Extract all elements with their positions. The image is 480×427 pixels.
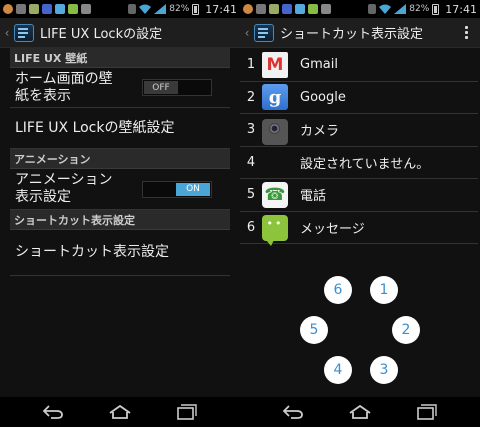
settings-screen: 82% 17:41 ‹ LIFE UX Lockの設定 LIFE UX 壁紙 ホ… (0, 0, 240, 427)
slot-number: 6 (246, 219, 256, 235)
ring-bubble-6[interactable]: 6 (324, 276, 352, 304)
signal-icon (394, 4, 407, 14)
setting-label: LIFE UX Lockの壁紙設定 (15, 119, 175, 136)
toggle-state: ON (176, 182, 210, 196)
chrome-icon (3, 4, 13, 14)
status-bar: 82% 17:41 (0, 0, 240, 18)
back-icon[interactable] (38, 402, 68, 422)
section-header-wallpaper: LIFE UX 壁紙 (10, 48, 230, 68)
section-header-animation: アニメーション (10, 149, 230, 169)
setting-lock-wallpaper[interactable]: LIFE UX Lockの壁紙設定 (10, 108, 230, 149)
chrome-icon (243, 4, 253, 14)
page-title: ショートカット表示設定 (280, 27, 424, 42)
battery-percent: 82% (409, 4, 430, 14)
camera-icon (262, 118, 288, 145)
usb-icon (128, 4, 137, 14)
slot-number: 5 (246, 187, 256, 203)
slot-app-name: Gmail (300, 57, 338, 73)
toggle-state: OFF (144, 81, 178, 94)
action-bar: ‹ ショートカット表示設定 (240, 18, 480, 48)
facebook-icon (282, 4, 292, 14)
wifi-icon (379, 4, 392, 14)
usb-icon (368, 4, 377, 14)
action-bar: ‹ LIFE UX Lockの設定 (0, 18, 240, 48)
shortcut-slot-6[interactable]: 6 メッセージ (240, 212, 478, 247)
screenshot-pair: 82% 17:41 ‹ LIFE UX Lockの設定 LIFE UX 壁紙 ホ… (0, 0, 480, 427)
navigation-bar (240, 397, 480, 427)
ring-bubble-3[interactable]: 3 (370, 356, 398, 384)
pe-icon (16, 4, 26, 14)
ring-bubble-5[interactable]: 5 (300, 316, 328, 344)
home-icon[interactable] (105, 402, 135, 422)
slot-app-name: カメラ (300, 124, 340, 140)
android-icon (68, 4, 78, 14)
shortcut-slot-4[interactable]: 4 設定されていません。 (240, 147, 478, 179)
shortcut-slot-5[interactable]: 5 電話 (240, 179, 478, 212)
settings-list: LIFE UX 壁紙 ホーム画面の壁 紙を表示 OFF LIFE UX Lock… (0, 48, 240, 276)
app-icon (269, 4, 279, 14)
shortcut-slot-1[interactable]: 1 Gmail (240, 49, 478, 82)
google-icon (262, 84, 288, 111)
status-bar: 82% 17:41 (240, 0, 480, 18)
animation-toggle[interactable]: ON (142, 180, 212, 198)
slot-number: 3 (246, 122, 256, 138)
signal-icon (154, 4, 167, 14)
settings-app-icon[interactable] (254, 23, 274, 42)
slot-number: 1 (246, 57, 256, 73)
setting-label: ショートカット表示設定 (15, 244, 169, 260)
twitter-icon (295, 4, 305, 14)
battery-icon (192, 3, 200, 15)
ring-bubble-2[interactable]: 2 (392, 316, 420, 344)
settings-app-icon[interactable] (14, 23, 34, 42)
shortcut-slot-2[interactable]: 2 Google (240, 82, 478, 114)
lock-icon (81, 4, 91, 14)
slot-number: 2 (246, 89, 256, 105)
setting-label: ホーム画面の壁 紙を表示 (15, 70, 113, 104)
slot-app-name: Google (300, 89, 346, 105)
shortcut-list: 1 Gmail 2 Google 3 カメラ 4 設定されていません。 5 (240, 49, 480, 247)
setting-show-home-wallpaper[interactable]: ホーム画面の壁 紙を表示 OFF (10, 68, 230, 108)
recent-apps-icon[interactable] (412, 402, 442, 422)
home-icon[interactable] (345, 402, 375, 422)
overflow-menu-icon[interactable] (458, 26, 474, 39)
wifi-icon (139, 4, 152, 14)
ring-bubble-1[interactable]: 1 (370, 276, 398, 304)
up-caret-icon[interactable]: ‹ (2, 26, 12, 40)
gmail-icon (262, 51, 288, 78)
shortcut-screen: 82% 17:41 ‹ ショートカット表示設定 1 Gmail 2 Google… (240, 0, 480, 427)
navigation-bar (0, 397, 240, 427)
slot-app-name: 電話 (300, 189, 327, 205)
app-icon (29, 4, 39, 14)
setting-shortcut-display[interactable]: ショートカット表示設定 (10, 230, 230, 276)
android-icon (308, 4, 318, 14)
pe-icon (256, 4, 266, 14)
facebook-icon (42, 4, 52, 14)
ring-bubble-4[interactable]: 4 (324, 356, 352, 384)
recent-apps-icon[interactable] (172, 402, 202, 422)
slot-app-name: 設定されていません。 (300, 156, 430, 172)
lock-icon (321, 4, 331, 14)
shortcut-slot-3[interactable]: 3 カメラ (240, 114, 478, 147)
message-icon (262, 215, 288, 247)
setting-label: アニメーション 表示設定 (15, 172, 113, 205)
slot-app-name: メッセージ (300, 221, 365, 237)
battery-percent: 82% (169, 4, 190, 14)
up-caret-icon[interactable]: ‹ (242, 26, 252, 40)
clock: 17:41 (445, 2, 477, 16)
battery-icon (432, 3, 440, 15)
page-title: LIFE UX Lockの設定 (40, 27, 163, 42)
setting-animation[interactable]: アニメーション 表示設定 ON (10, 169, 230, 210)
slot-number: 4 (246, 154, 256, 170)
wallpaper-toggle[interactable]: OFF (142, 79, 212, 96)
shortcut-ring-preview: 1 2 3 4 5 6 (240, 248, 480, 398)
twitter-icon (55, 4, 65, 14)
phone-icon (262, 181, 288, 208)
back-icon[interactable] (278, 402, 308, 422)
clock: 17:41 (205, 2, 237, 16)
section-header-shortcut: ショートカット表示設定 (10, 210, 230, 230)
